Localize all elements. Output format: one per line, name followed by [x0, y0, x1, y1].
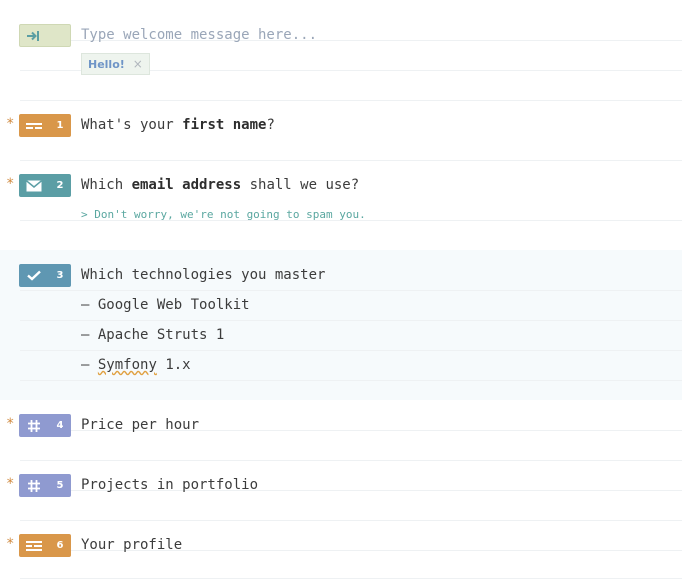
question-text: shall we use? [241, 177, 360, 193]
question-text: Which [81, 177, 132, 193]
divider [20, 160, 682, 161]
question-title-1[interactable]: What's your first name? [81, 116, 275, 134]
chip-remove-icon[interactable]: × [133, 57, 143, 71]
divider [20, 520, 682, 521]
option-dash: – [81, 297, 90, 313]
required-marker: * [6, 416, 15, 432]
welcome-chip[interactable]: Hello! × [81, 53, 150, 75]
hash-icon [19, 414, 49, 437]
long-text-icon [19, 534, 49, 557]
divider [20, 380, 682, 381]
enter-arrow-icon [20, 24, 46, 47]
question-number: 6 [56, 540, 64, 551]
chip-label: Hello! [88, 57, 125, 71]
option-label-misspelled: Symfony [97, 357, 157, 373]
question-text-bold: email address [131, 177, 242, 193]
required-marker: * [6, 536, 15, 552]
divider [20, 100, 682, 101]
question-title-2[interactable]: Which email address shall we use? [81, 176, 359, 194]
checkmark-icon [19, 264, 49, 287]
required-marker: * [6, 176, 15, 192]
question-text-bold: first name [182, 117, 267, 133]
option-dash: – [81, 357, 90, 373]
divider [20, 578, 682, 579]
divider [20, 320, 682, 321]
option-label: 1.x [156, 357, 191, 373]
option-label: Apache Struts 1 [97, 327, 225, 343]
question-badge-5[interactable]: 5 [19, 474, 71, 497]
option-item[interactable]: – Symfony 1.x [81, 356, 191, 374]
question-description[interactable]: > Don't worry, we're not going to spam y… [81, 208, 366, 222]
hash-icon [19, 474, 49, 497]
question-number: 2 [56, 180, 64, 191]
question-text: What's your [81, 117, 183, 133]
option-item[interactable]: – Apache Struts 1 [81, 326, 224, 344]
question-badge-2[interactable]: 2 [19, 174, 71, 197]
option-label: Google Web Toolkit [97, 297, 250, 313]
question-title-3[interactable]: Which technologies you master [81, 266, 325, 284]
question-badge-1[interactable]: 1 [19, 114, 71, 137]
question-title-6[interactable]: Your profile [81, 536, 182, 554]
short-text-icon [19, 114, 49, 137]
question-number: 3 [56, 270, 64, 281]
question-title-5[interactable]: Projects in portfolio [81, 476, 258, 494]
question-number: 1 [56, 120, 64, 131]
divider [20, 350, 682, 351]
question-number: 4 [56, 420, 64, 431]
required-marker: * [6, 476, 15, 492]
question-number: 5 [56, 480, 64, 491]
question-title-4[interactable]: Price per hour [81, 416, 199, 434]
question-badge-4[interactable]: 4 [19, 414, 71, 437]
divider [20, 460, 682, 461]
option-dash: – [81, 327, 90, 343]
question-badge-6[interactable]: 6 [19, 534, 71, 557]
option-item[interactable]: – Google Web Toolkit [81, 296, 250, 314]
welcome-message-input[interactable] [81, 26, 641, 44]
divider [20, 290, 682, 291]
required-marker: * [6, 116, 15, 132]
welcome-badge[interactable] [19, 24, 71, 47]
envelope-icon [19, 174, 49, 197]
question-text: ? [266, 117, 275, 133]
question-badge-3[interactable]: 3 [19, 264, 71, 287]
